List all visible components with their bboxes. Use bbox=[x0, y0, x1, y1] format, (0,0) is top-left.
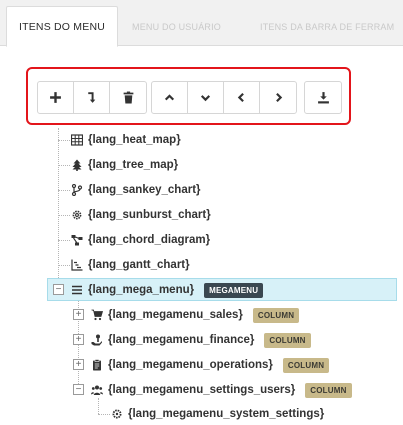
tree-item-sankey-chart[interactable]: {lang_sankey_chart} bbox=[70, 180, 201, 200]
tree-item-label: {lang_sankey_chart} bbox=[88, 184, 201, 196]
tree-item-gantt-chart[interactable]: {lang_gantt_chart} bbox=[70, 255, 190, 275]
chevron-down-icon bbox=[200, 95, 211, 102]
tree-guide-line bbox=[58, 265, 70, 266]
tree-guide-line bbox=[58, 140, 70, 141]
tree-item-label: {lang_chord_diagram} bbox=[88, 234, 211, 246]
tree-item-label: {lang_heat_map} bbox=[88, 134, 181, 146]
table-icon bbox=[70, 133, 84, 147]
tree-guide-line bbox=[98, 398, 99, 414]
expand-toggle[interactable]: + bbox=[73, 334, 84, 345]
tab-user-menu[interactable]: MENU DO USUÁRIO bbox=[132, 6, 244, 47]
tree-item-chord-diagram[interactable]: {lang_chord_diagram} bbox=[70, 230, 210, 250]
clipboard-icon bbox=[90, 358, 104, 372]
cart-icon bbox=[90, 308, 104, 322]
tree-item-megamenu-finance[interactable]: {lang_megamenu_finance} COLUMN bbox=[90, 330, 311, 350]
list-icon bbox=[70, 283, 84, 297]
code-branch-icon bbox=[70, 183, 84, 197]
chevron-up-icon bbox=[164, 94, 175, 101]
download-button[interactable] bbox=[305, 82, 341, 113]
add-icon bbox=[50, 92, 61, 103]
indent-button[interactable] bbox=[74, 82, 110, 113]
tree-toolbar bbox=[26, 67, 351, 125]
tab-bar: ITENS DO MENU MENU DO USUÁRIO ITENS DA B… bbox=[0, 0, 403, 47]
gantt-icon bbox=[70, 258, 84, 272]
tree-item-tree-map[interactable]: {lang_tree_map} bbox=[70, 155, 178, 175]
tree-item-label: {lang_sunburst_chart} bbox=[88, 209, 211, 221]
tree-icon bbox=[70, 158, 84, 172]
move-down-button[interactable] bbox=[188, 82, 224, 113]
move-left-button[interactable] bbox=[224, 82, 260, 113]
expand-toggle[interactable]: + bbox=[73, 359, 84, 370]
tree-guide-line bbox=[58, 215, 70, 216]
tree-item-megamenu-sales[interactable]: {lang_megamenu_sales} COLUMN bbox=[90, 305, 300, 325]
column-badge: COLUMN bbox=[252, 307, 300, 323]
chevron-left-icon bbox=[237, 92, 244, 103]
column-badge: COLUMN bbox=[305, 382, 352, 398]
tab-menu-items[interactable]: ITENS DO MENU bbox=[6, 6, 118, 47]
download-icon bbox=[317, 92, 329, 104]
column-badge: COLUMN bbox=[282, 357, 330, 373]
tree-guide-line bbox=[58, 240, 70, 241]
collapse-toggle[interactable]: − bbox=[53, 284, 64, 295]
tree-item-label: {lang_megamenu_settings_users} bbox=[108, 384, 296, 396]
tree-item-megamenu-system-settings[interactable]: {lang_megamenu_system_settings} bbox=[110, 404, 324, 424]
chevron-right-icon bbox=[275, 92, 282, 103]
megamenu-badge: MEGAMENU bbox=[204, 282, 264, 298]
tree-item-label: {lang_megamenu_finance} bbox=[108, 334, 255, 346]
tree-item-heat-map[interactable]: {lang_heat_map} bbox=[70, 130, 181, 150]
tree-item-mega-menu[interactable]: {lang_mega_menu} MEGAMENU bbox=[70, 280, 264, 300]
move-up-button[interactable] bbox=[152, 82, 188, 113]
move-button-group bbox=[151, 81, 297, 114]
tree-item-label: {lang_megamenu_system_settings} bbox=[128, 408, 325, 420]
tree-guide-line bbox=[58, 190, 70, 191]
add-item-button[interactable] bbox=[38, 82, 74, 113]
tab-toolbar-items[interactable]: ITENS DA BARRA DE FERRAM bbox=[260, 6, 403, 47]
export-button-group bbox=[304, 81, 342, 114]
tree-item-label: {lang_gantt_chart} bbox=[88, 259, 190, 271]
tree-item-label: {lang_mega_menu} bbox=[88, 284, 195, 296]
expand-toggle[interactable]: + bbox=[73, 309, 84, 320]
tree-item-megamenu-operations[interactable]: {lang_megamenu_operations} COLUMN bbox=[90, 355, 330, 375]
tree-item-megamenu-settings-users[interactable]: {lang_megamenu_settings_users} COLUMN bbox=[90, 380, 352, 400]
hand-coin-icon bbox=[90, 333, 104, 347]
cog-icon bbox=[70, 208, 84, 222]
indent-icon bbox=[88, 92, 96, 103]
tree-item-label: {lang_tree_map} bbox=[88, 159, 179, 171]
edit-button-group bbox=[37, 81, 147, 114]
tree-item-sunburst-chart[interactable]: {lang_sunburst_chart} bbox=[70, 205, 211, 225]
delete-button[interactable] bbox=[110, 82, 146, 113]
tree-guide-line bbox=[58, 165, 70, 166]
move-right-button[interactable] bbox=[260, 82, 296, 113]
collapse-toggle[interactable]: − bbox=[73, 384, 84, 395]
sitemap-icon bbox=[70, 233, 84, 247]
tree-guide-line bbox=[98, 414, 110, 415]
tree-item-label: {lang_megamenu_sales} bbox=[108, 309, 243, 321]
cog-icon bbox=[110, 407, 124, 421]
column-badge: COLUMN bbox=[264, 332, 311, 348]
tree-item-label: {lang_megamenu_operations} bbox=[108, 359, 273, 371]
trash-icon bbox=[123, 91, 133, 104]
users-icon bbox=[90, 383, 104, 397]
